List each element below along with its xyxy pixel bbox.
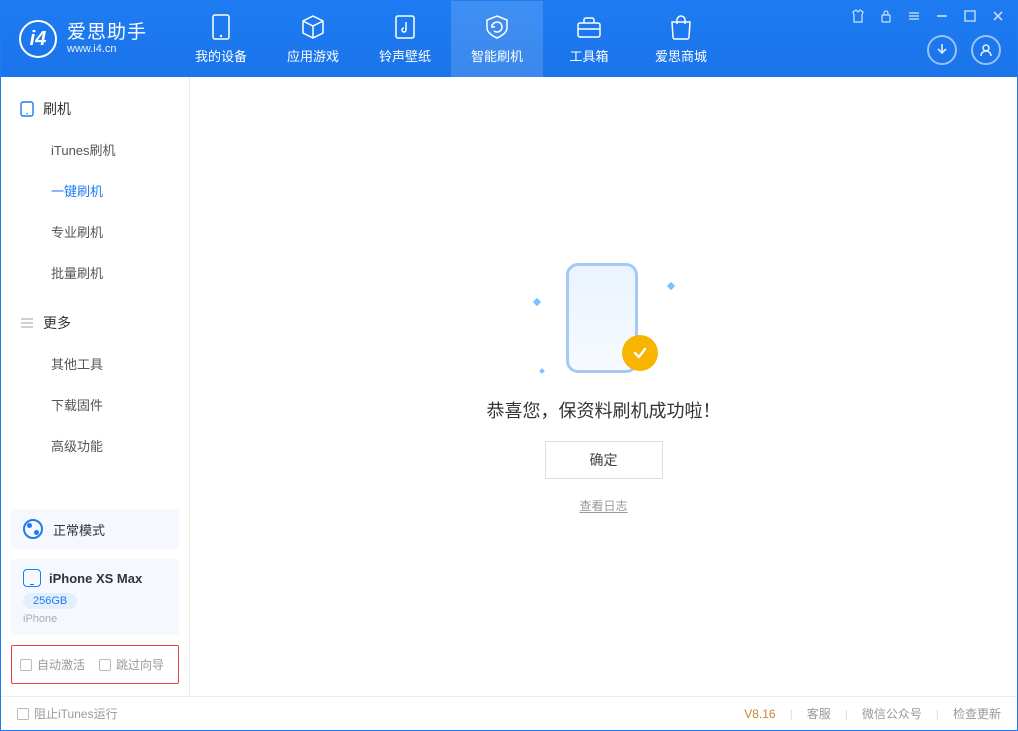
sidebar-item-download-firmware[interactable]: 下载固件 [1,384,189,425]
tab-toolbox[interactable]: 工具箱 [543,1,635,77]
version-label: V8.16 [744,707,775,721]
app-title: 爱思助手 [67,23,147,44]
footer: 阻止iTunes运行 V8.16 | 客服 | 微信公众号 | 检查更新 [1,696,1017,730]
sidebar-item-other-tools[interactable]: 其他工具 [1,343,189,384]
device-icon [19,101,35,117]
app-window: i4 爱思助手 www.i4.cn 我的设备 应用游戏 铃声壁纸 智能刷机 [0,0,1018,731]
success-message: 恭喜您，保资料刷机成功啦！ [487,397,721,423]
cube-icon [300,14,326,40]
device-card[interactable]: iPhone XS Max 256GB iPhone [11,559,179,635]
download-button[interactable] [927,35,957,65]
music-file-icon [394,14,416,40]
options-row: 自动激活 跳过向导 [11,645,179,684]
sparkle-icon [666,282,674,290]
footer-link-update[interactable]: 检查更新 [953,705,1001,722]
success-illustration [534,259,674,379]
tab-flash[interactable]: 智能刷机 [451,1,543,77]
sparkle-icon [539,368,545,374]
sidebar-item-advanced[interactable]: 高级功能 [1,425,189,466]
sidebar-bottom: 正常模式 iPhone XS Max 256GB iPhone 自动激活 [1,499,189,696]
account-button[interactable] [971,35,1001,65]
minimize-button[interactable] [933,7,951,25]
mode-icon [23,519,43,539]
main-tabs: 我的设备 应用游戏 铃声壁纸 智能刷机 工具箱 爱思商城 [175,1,727,77]
checkbox-skip-guide[interactable]: 跳过向导 [99,656,164,673]
logo[interactable]: i4 爱思助手 www.i4.cn [1,20,165,58]
maximize-button[interactable] [961,7,979,25]
app-url: www.i4.cn [67,43,147,55]
window-controls [849,7,1007,25]
checkbox-icon [17,708,29,720]
ok-button[interactable]: 确定 [545,441,663,479]
close-button[interactable] [989,7,1007,25]
tab-store[interactable]: 爱思商城 [635,1,727,77]
sidebar-item-itunes-flash[interactable]: iTunes刷机 [1,129,189,170]
sidebar: 刷机 iTunes刷机 一键刷机 专业刷机 批量刷机 更多 其他工具 下载固件 … [1,77,190,696]
mode-card[interactable]: 正常模式 [11,509,179,549]
sidebar-item-pro-flash[interactable]: 专业刷机 [1,211,189,252]
phone-small-icon [23,569,41,587]
checkbox-block-itunes[interactable]: 阻止iTunes运行 [17,705,118,722]
shield-refresh-icon [484,14,510,40]
bag-icon [669,14,693,40]
body: 刷机 iTunes刷机 一键刷机 专业刷机 批量刷机 更多 其他工具 下载固件 … [1,77,1017,696]
sidebar-item-oneclick-flash[interactable]: 一键刷机 [1,170,189,211]
menu-icon[interactable] [905,7,923,25]
toolbox-icon [576,14,602,40]
footer-link-support[interactable]: 客服 [807,705,831,722]
sidebar-group-more[interactable]: 更多 [1,303,189,343]
checkbox-icon [20,659,32,671]
phone-icon [212,14,230,40]
shirt-icon[interactable] [849,7,867,25]
view-log-link[interactable]: 查看日志 [579,497,627,514]
sidebar-group-flash[interactable]: 刷机 [1,89,189,129]
device-storage-badge: 256GB [23,593,77,609]
main-content: 恭喜您，保资料刷机成功啦！ 确定 查看日志 [190,77,1017,696]
sparkle-icon [532,298,540,306]
footer-link-wechat[interactable]: 微信公众号 [862,705,922,722]
logo-icon: i4 [19,20,57,58]
list-icon [19,315,35,331]
tab-my-device[interactable]: 我的设备 [175,1,267,77]
checkbox-auto-activate[interactable]: 自动激活 [20,656,85,673]
tab-apps-games[interactable]: 应用游戏 [267,1,359,77]
header-actions [927,35,1001,65]
sidebar-item-batch-flash[interactable]: 批量刷机 [1,252,189,293]
device-name: iPhone XS Max [49,571,142,586]
lock-icon[interactable] [877,7,895,25]
tab-ringtone-wallpaper[interactable]: 铃声壁纸 [359,1,451,77]
footer-right: V8.16 | 客服 | 微信公众号 | 检查更新 [744,705,1001,722]
check-badge-icon [622,335,658,371]
checkbox-icon [99,659,111,671]
device-type: iPhone [23,613,167,625]
header: i4 爱思助手 www.i4.cn 我的设备 应用游戏 铃声壁纸 智能刷机 [1,1,1017,77]
